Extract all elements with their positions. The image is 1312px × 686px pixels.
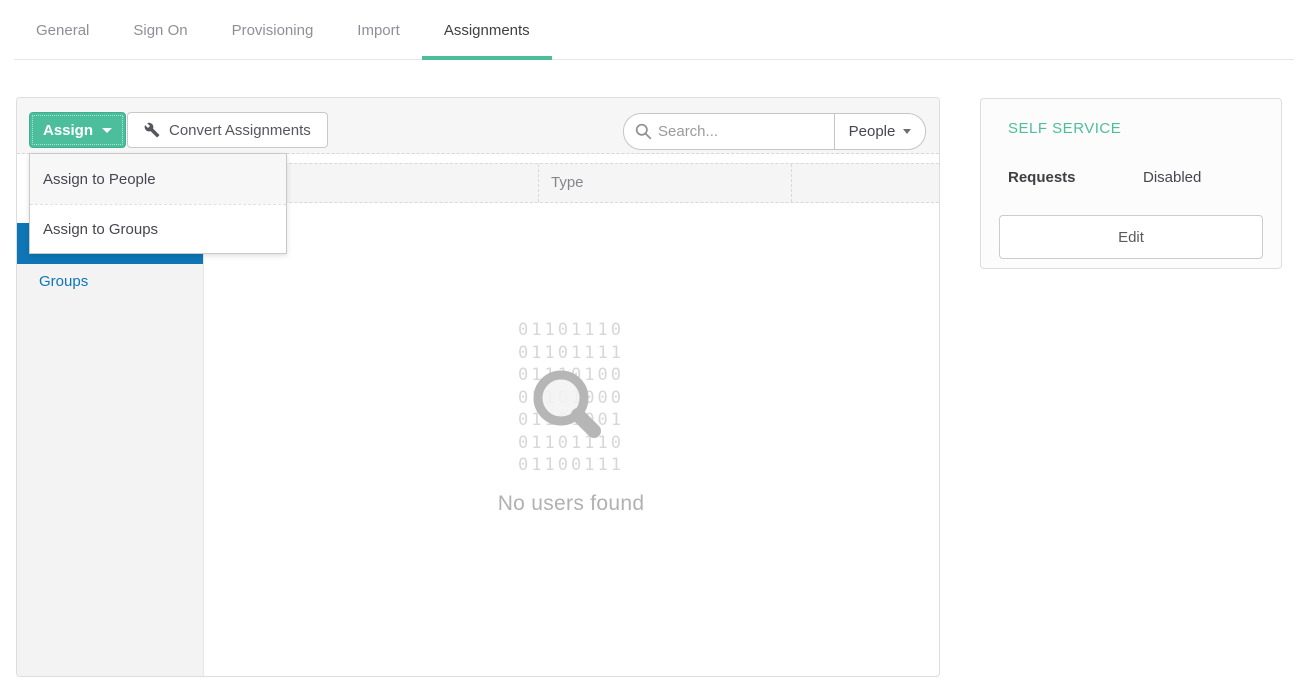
tab-assignments[interactable]: Assignments xyxy=(422,0,552,59)
search-group: People xyxy=(623,113,926,150)
edit-button[interactable]: Edit xyxy=(999,215,1263,259)
requests-label: Requests xyxy=(1008,169,1076,186)
caret-down-icon xyxy=(102,128,112,133)
search-box xyxy=(623,113,834,150)
assign-button[interactable]: Assign xyxy=(29,112,126,148)
binary-line: 01101110 xyxy=(498,319,645,342)
search-input[interactable] xyxy=(623,113,834,150)
assignments-content: 01101110 01101111 01110100 01101000 0110… xyxy=(204,203,938,675)
assignments-panel: Assign Convert Assignments People xyxy=(16,97,940,677)
assign-button-label: Assign xyxy=(43,122,93,139)
tab-general[interactable]: General xyxy=(14,0,111,59)
requests-value: Disabled xyxy=(1143,169,1201,186)
assignments-toolbar: Assign Convert Assignments People xyxy=(17,98,939,154)
tab-import[interactable]: Import xyxy=(335,0,422,59)
convert-assignments-label: Convert Assignments xyxy=(169,122,311,139)
search-icon xyxy=(635,123,652,140)
convert-assignments-button[interactable]: Convert Assignments xyxy=(127,112,328,148)
empty-state: 01101110 01101111 01110100 01101000 0110… xyxy=(498,319,645,516)
binary-line: 01100111 xyxy=(498,454,645,477)
caret-down-icon xyxy=(903,129,911,134)
self-service-panel: SELF SERVICE Requests Disabled Edit xyxy=(980,98,1282,269)
tab-provisioning[interactable]: Provisioning xyxy=(210,0,336,59)
filter-sidebar: People Groups xyxy=(17,223,204,676)
magnifier-icon xyxy=(531,368,611,448)
menu-item-assign-to-groups[interactable]: Assign to Groups xyxy=(30,204,286,253)
self-service-title: SELF SERVICE xyxy=(1008,120,1121,137)
search-scope-label: People xyxy=(849,123,896,140)
column-header-actions xyxy=(791,164,939,202)
binary-line: 01101111 xyxy=(498,342,645,365)
menu-item-assign-to-people[interactable]: Assign to People xyxy=(30,154,286,204)
assignments-table-header: Type xyxy=(204,163,939,203)
tab-sign-on[interactable]: Sign On xyxy=(111,0,209,59)
wrench-icon xyxy=(144,122,160,138)
assign-dropdown-menu: Assign to People Assign to Groups xyxy=(29,153,287,254)
sidebar-item-groups[interactable]: Groups xyxy=(17,264,203,299)
search-scope-select[interactable]: People xyxy=(834,113,926,150)
empty-state-message: No users found xyxy=(498,492,645,516)
column-header-type: Type xyxy=(538,164,791,202)
app-tab-bar: General Sign On Provisioning Import Assi… xyxy=(14,0,1294,60)
